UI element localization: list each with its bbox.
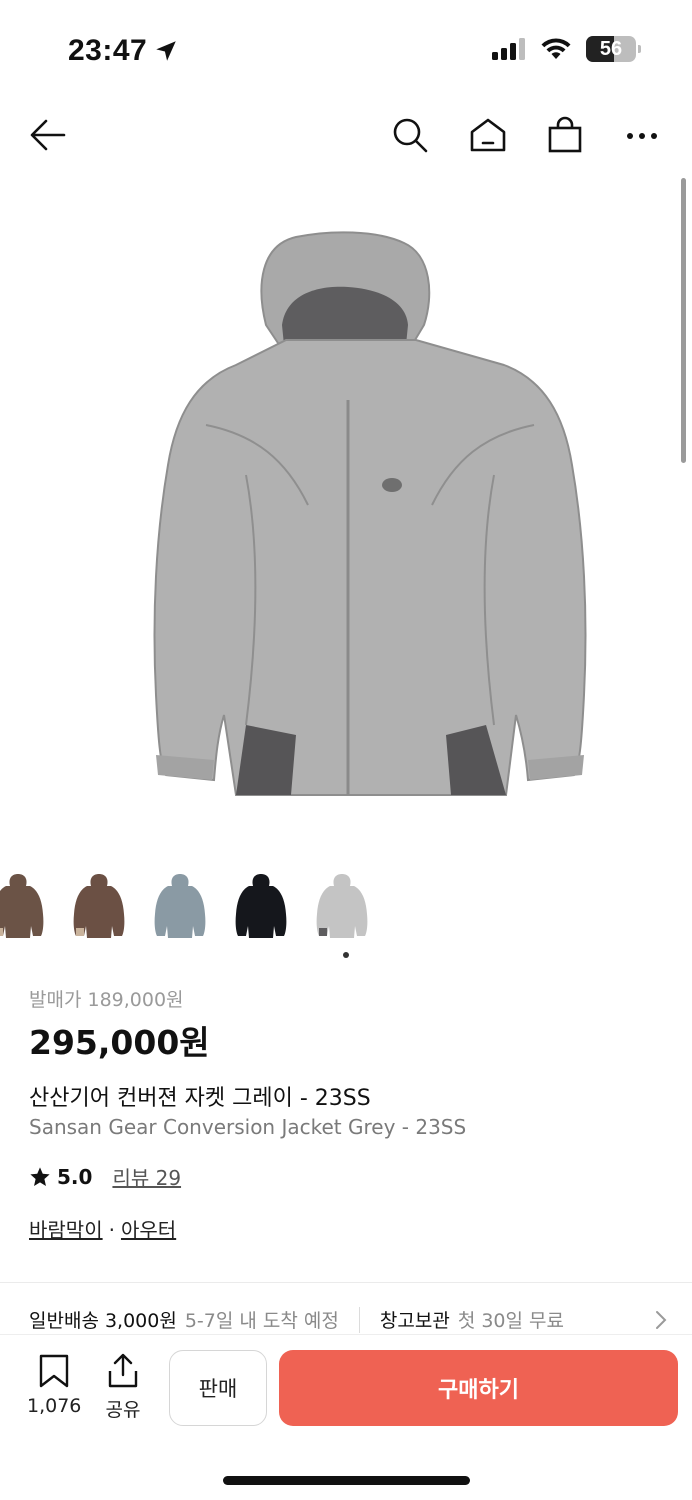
home-icon — [470, 118, 506, 152]
chevron-right-icon — [656, 1311, 667, 1329]
standard-shipping: 일반배송 3,000원 — [29, 1310, 177, 1332]
battery-percent: 56 — [599, 37, 623, 60]
search-icon — [393, 118, 428, 153]
jacket-thumbnail-image — [73, 874, 125, 938]
star-icon — [30, 1166, 50, 1186]
cellular-signal-icon — [492, 38, 525, 60]
category-separator: · — [108, 1218, 115, 1242]
product-title-ko: 산산기어 컨버젼 자켓 그레이 - 23SS — [29, 1086, 371, 1111]
rating-score: 5.0 — [57, 1164, 93, 1189]
share-icon — [108, 1353, 138, 1388]
jacket-thumbnail-image — [154, 874, 206, 938]
original-price: 발매가 189,000원 — [29, 989, 184, 1011]
time-text: 23:47 — [68, 34, 148, 67]
product-image[interactable] — [0, 175, 692, 855]
color-thumbnail[interactable] — [314, 870, 370, 942]
top-navigation — [0, 105, 692, 165]
rating-row: 5.0 리뷰 29 — [29, 1162, 181, 1191]
status-bar: 23:47 56 — [0, 0, 692, 100]
jacket-thumbnail-image — [235, 874, 287, 938]
bookmark-icon — [39, 1354, 69, 1388]
status-time: 23:47 — [68, 34, 179, 68]
battery-cap — [638, 45, 641, 53]
product-title-en: Sansan Gear Conversion Jacket Grey - 23S… — [29, 1115, 467, 1139]
wifi-icon — [541, 38, 571, 59]
current-price: 295,000원 — [29, 1023, 210, 1062]
category-link-outer[interactable]: 아우터 — [121, 1218, 176, 1242]
review-link[interactable]: 리뷰 29 — [112, 1162, 181, 1191]
search-button[interactable] — [390, 115, 430, 155]
back-button[interactable] — [28, 115, 68, 155]
storage-option: 창고보관 — [379, 1310, 450, 1332]
bookmark-count: 1,076 — [27, 1395, 82, 1417]
color-thumbnail[interactable] — [71, 870, 127, 942]
storage-note: 첫 30일 무료 — [457, 1310, 564, 1332]
section-divider — [0, 1282, 692, 1283]
home-button[interactable] — [468, 115, 508, 155]
shipping-row[interactable]: 일반배송 3,000원 5-7일 내 도착 예정 창고보관 첫 30일 무료 — [29, 1306, 669, 1333]
home-indicator[interactable] — [223, 1476, 470, 1485]
color-thumbnail[interactable] — [0, 870, 46, 942]
jacket-thumbnail-image — [0, 874, 44, 938]
cart-button[interactable] — [545, 115, 585, 155]
status-indicators: 56 — [492, 36, 641, 62]
jacket-thumbnail-image — [316, 874, 368, 938]
category-link-windbreaker[interactable]: 바람막이 — [29, 1218, 103, 1242]
standard-shipping-eta: 5-7일 내 도착 예정 — [184, 1310, 339, 1332]
color-thumbnails — [0, 870, 370, 942]
color-thumbnail[interactable] — [152, 870, 208, 942]
jacket-image — [153, 231, 587, 796]
category-links: 바람막이 · 아우터 — [29, 1214, 176, 1243]
shopping-bag-icon — [548, 116, 582, 153]
shipping-separator — [358, 1306, 360, 1333]
share-button[interactable]: 공유 — [100, 1353, 146, 1422]
buy-button[interactable]: 구매하기 — [279, 1350, 678, 1426]
sell-button[interactable]: 판매 — [169, 1350, 267, 1426]
bookmark-button[interactable]: 1,076 — [27, 1353, 81, 1417]
more-button[interactable] — [622, 115, 662, 155]
more-dots-icon — [627, 133, 657, 139]
location-arrow-icon — [156, 41, 176, 61]
share-label: 공유 — [105, 1399, 141, 1421]
selected-thumbnail-indicator — [343, 952, 349, 958]
color-thumbnail[interactable] — [233, 870, 289, 942]
battery-indicator: 56 — [586, 36, 641, 62]
arrow-left-icon — [30, 119, 66, 151]
